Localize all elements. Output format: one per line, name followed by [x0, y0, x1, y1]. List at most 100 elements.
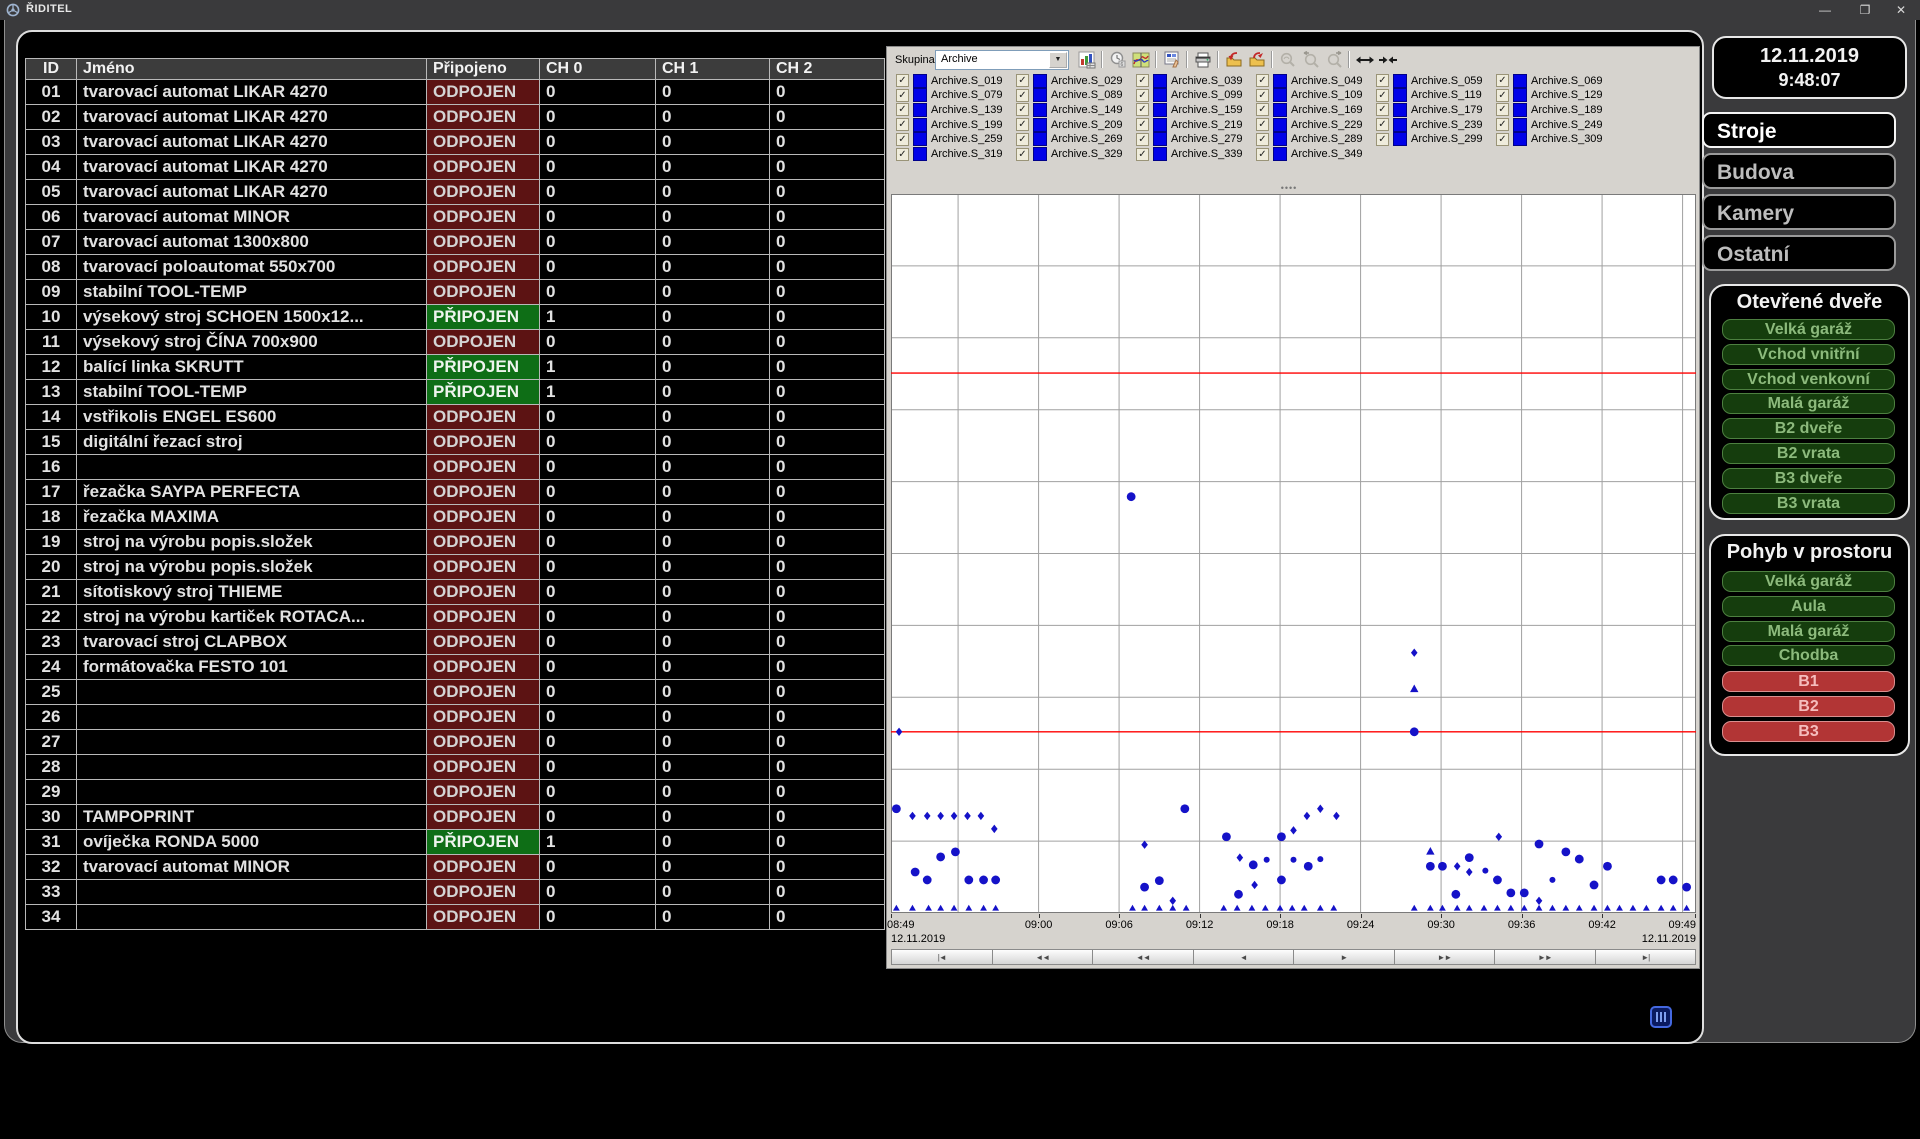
- table-row[interactable]: 07tvarovací automat 1300x800ODPOJEN000: [26, 230, 885, 255]
- legend-checkbox[interactable]: ✓: [1256, 103, 1269, 116]
- table-row[interactable]: 25ODPOJEN000: [26, 680, 885, 705]
- legend-checkbox[interactable]: ✓: [1016, 133, 1029, 146]
- zoom-back-icon[interactable]: [1299, 50, 1322, 70]
- chart-scroll-button-5[interactable]: ►►: [1395, 949, 1496, 965]
- table-row[interactable]: 28ODPOJEN000: [26, 755, 885, 780]
- table-row[interactable]: 24formátovačka FESTO 101ODPOJEN000: [26, 655, 885, 680]
- table-row[interactable]: 06tvarovací automat MINORODPOJEN000: [26, 205, 885, 230]
- table-row[interactable]: 18řezačka MAXIMAODPOJEN000: [26, 505, 885, 530]
- legend-checkbox[interactable]: ✓: [1016, 103, 1029, 116]
- table-row[interactable]: 33ODPOJEN000: [26, 880, 885, 905]
- legend-checkbox[interactable]: ✓: [1496, 103, 1509, 116]
- table-row[interactable]: 30TAMPOPRINTODPOJEN000: [26, 805, 885, 830]
- legend-checkbox[interactable]: ✓: [1496, 89, 1509, 102]
- legend-checkbox[interactable]: ✓: [1376, 74, 1389, 87]
- chart-scroll-button-3[interactable]: ◄: [1194, 949, 1295, 965]
- collapse-horizontal-icon[interactable]: [1376, 50, 1399, 70]
- table-row[interactable]: 02tvarovací automat LIKAR 4270ODPOJEN000: [26, 105, 885, 130]
- legend-checkbox[interactable]: ✓: [1016, 148, 1029, 161]
- table-row[interactable]: 10výsekový stroj SCHOEN 1500x12...PŘIPOJ…: [26, 305, 885, 330]
- table-row[interactable]: 22stroj na výrobu kartiček ROTACA...ODPO…: [26, 605, 885, 630]
- chart-scroll-button-1[interactable]: ◄◄: [993, 949, 1094, 965]
- legend-checkbox[interactable]: ✓: [1016, 89, 1029, 102]
- table-row[interactable]: 14vstřikolis ENGEL ES600ODPOJEN000: [26, 405, 885, 430]
- legend-checkbox[interactable]: ✓: [1376, 118, 1389, 131]
- chart-scroll-button-2[interactable]: ◄◄: [1093, 949, 1194, 965]
- clock-icon[interactable]: 6: [1106, 50, 1129, 70]
- legend-checkbox[interactable]: ✓: [1136, 89, 1149, 102]
- legend-checkbox[interactable]: ✓: [1376, 103, 1389, 116]
- folder-open-right-icon[interactable]: [1245, 50, 1268, 70]
- column-header-3[interactable]: CH 0: [540, 59, 656, 80]
- table-row[interactable]: 11výsekový stroj ČÍNA 700x900ODPOJEN000: [26, 330, 885, 355]
- scatter-plot[interactable]: [891, 194, 1696, 913]
- sidebar-tab-stroje[interactable]: Stroje: [1702, 112, 1896, 148]
- chevron-down-icon[interactable]: ▼: [1049, 52, 1067, 68]
- table-row[interactable]: 13stabilní TOOL-TEMPPŘIPOJEN100: [26, 380, 885, 405]
- close-button[interactable]: ✕: [1886, 0, 1916, 20]
- sidebar-tab-budova[interactable]: Budova: [1702, 153, 1896, 189]
- column-header-0[interactable]: ID: [26, 59, 77, 80]
- legend-checkbox[interactable]: ✓: [1376, 89, 1389, 102]
- table-row[interactable]: 27ODPOJEN000: [26, 730, 885, 755]
- restore-button[interactable]: ❐: [1850, 0, 1880, 20]
- legend-checkbox[interactable]: ✓: [896, 103, 909, 116]
- chart-curves-icon[interactable]: [1129, 50, 1152, 70]
- chart-scroll-button-6[interactable]: ►►: [1495, 949, 1596, 965]
- splitter-grip[interactable]: ••••: [1269, 185, 1309, 191]
- legend-checkbox[interactable]: ✓: [896, 89, 909, 102]
- legend-checkbox[interactable]: ✓: [1256, 74, 1269, 87]
- legend-checkbox[interactable]: ✓: [1136, 133, 1149, 146]
- legend-checkbox[interactable]: ✓: [1136, 148, 1149, 161]
- legend-checkbox[interactable]: ✓: [1256, 118, 1269, 131]
- legend-checkbox[interactable]: ✓: [1016, 74, 1029, 87]
- table-row[interactable]: 05tvarovací automat LIKAR 4270ODPOJEN000: [26, 180, 885, 205]
- legend-checkbox[interactable]: ✓: [1376, 133, 1389, 146]
- expand-horizontal-icon[interactable]: [1353, 50, 1376, 70]
- chart-scroll-button-7[interactable]: ►|: [1596, 949, 1697, 965]
- chart-scroll-button-0[interactable]: |◄: [891, 949, 993, 965]
- table-row[interactable]: 23tvarovací stroj CLAPBOXODPOJEN000: [26, 630, 885, 655]
- legend-checkbox[interactable]: ✓: [896, 118, 909, 131]
- table-row[interactable]: 17řezačka SAYPA PERFECTAODPOJEN000: [26, 480, 885, 505]
- table-row[interactable]: 09stabilní TOOL-TEMPODPOJEN000: [26, 280, 885, 305]
- legend-checkbox[interactable]: ✓: [1136, 103, 1149, 116]
- table-row[interactable]: 04tvarovací automat LIKAR 4270ODPOJEN000: [26, 155, 885, 180]
- column-header-4[interactable]: CH 1: [656, 59, 770, 80]
- column-header-5[interactable]: CH 2: [770, 59, 885, 80]
- table-row[interactable]: 08tvarovací poloautomat 550x700ODPOJEN00…: [26, 255, 885, 280]
- table-row[interactable]: 01tvarovací automat LIKAR 4270ODPOJEN000: [26, 80, 885, 105]
- table-row[interactable]: 20stroj na výrobu popis.složekODPOJEN000: [26, 555, 885, 580]
- table-row[interactable]: 31ovíječka RONDA 5000PŘIPOJEN100: [26, 830, 885, 855]
- table-row[interactable]: 21sítotiskový stroj THIEMEODPOJEN000: [26, 580, 885, 605]
- grid-menu-button[interactable]: [1650, 1006, 1672, 1028]
- table-row[interactable]: 26ODPOJEN000: [26, 705, 885, 730]
- legend-checkbox[interactable]: ✓: [1496, 118, 1509, 131]
- table-row[interactable]: 12balící linka SKRUTTPŘIPOJEN100: [26, 355, 885, 380]
- legend-checkbox[interactable]: ✓: [1256, 89, 1269, 102]
- legend-checkbox[interactable]: ✓: [1136, 74, 1149, 87]
- table-row[interactable]: 03tvarovací automat LIKAR 4270ODPOJEN000: [26, 130, 885, 155]
- folder-open-left-icon[interactable]: [1222, 50, 1245, 70]
- table-row[interactable]: 16ODPOJEN000: [26, 455, 885, 480]
- legend-checkbox[interactable]: ✓: [1016, 118, 1029, 131]
- column-header-2[interactable]: Připojeno: [427, 59, 540, 80]
- table-row[interactable]: 15digitální řezací strojODPOJEN000: [26, 430, 885, 455]
- column-header-1[interactable]: Jméno: [77, 59, 427, 80]
- chart-table-icon[interactable]: [1075, 50, 1098, 70]
- minimize-button[interactable]: —: [1810, 0, 1840, 20]
- legend-checkbox[interactable]: ✓: [1256, 133, 1269, 146]
- legend-checkbox[interactable]: ✓: [896, 133, 909, 146]
- table-row[interactable]: 29ODPOJEN000: [26, 780, 885, 805]
- group-dropdown[interactable]: Archive ▼: [935, 50, 1069, 70]
- chart-scroll-button-4[interactable]: ►: [1294, 949, 1395, 965]
- table-row[interactable]: 19stroj na výrobu popis.složekODPOJEN000: [26, 530, 885, 555]
- zoom-forward-icon[interactable]: [1322, 50, 1345, 70]
- sidebar-tab-ostatní[interactable]: Ostatní: [1702, 235, 1896, 271]
- table-row[interactable]: 34ODPOJEN000: [26, 905, 885, 930]
- sidebar-tab-kamery[interactable]: Kamery: [1702, 194, 1896, 230]
- table-row[interactable]: 32tvarovací automat MINORODPOJEN000: [26, 855, 885, 880]
- legend-checkbox[interactable]: ✓: [1496, 133, 1509, 146]
- legend-checkbox[interactable]: ✓: [1136, 118, 1149, 131]
- legend-checkbox[interactable]: ✓: [1256, 148, 1269, 161]
